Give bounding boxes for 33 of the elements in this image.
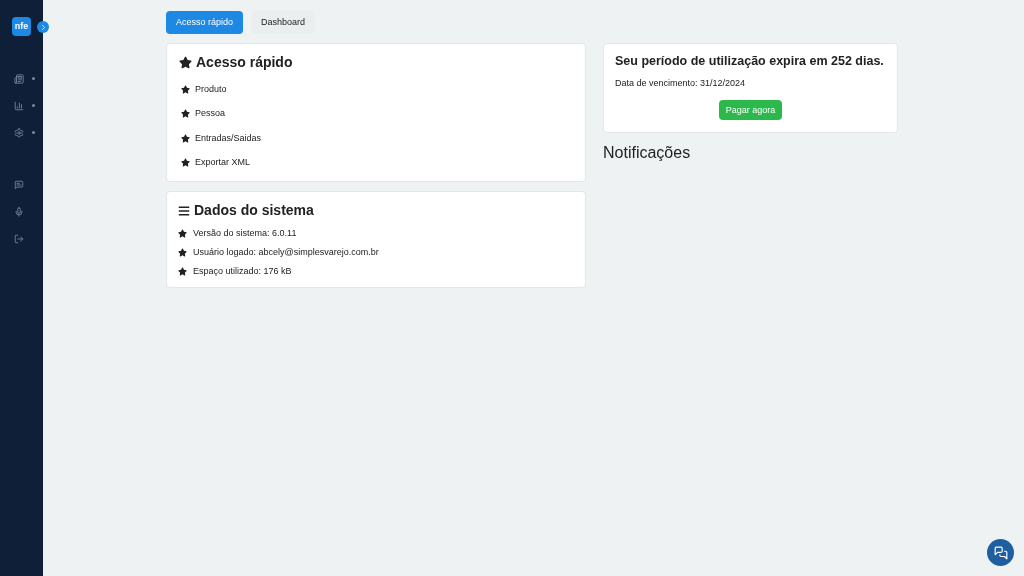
star-icon [181, 84, 190, 94]
app-logo[interactable]: nfe [12, 17, 31, 36]
star-icon [178, 267, 187, 276]
chat-button[interactable] [987, 539, 1014, 566]
tab[interactable]: Acesso rápido [166, 11, 244, 34]
star-icon [181, 133, 190, 143]
card-title: Dados do sistema [194, 201, 314, 220]
expand-button[interactable] [37, 21, 49, 33]
menu-icon [178, 204, 190, 217]
logout-icon[interactable] [13, 233, 24, 244]
info-text: Usuário logado: abcely@simplesvarejo.com.br [193, 245, 379, 259]
info-text: Espaço utilizado: 176 kB [193, 264, 292, 278]
notifications-title: Notificações [603, 143, 692, 164]
quick-link[interactable]: Pessoa [195, 107, 226, 121]
license-title: Seu período de utilização expira em 252 dias. [615, 53, 885, 70]
message-icon[interactable] [13, 179, 24, 190]
card-title: Acesso rápido [196, 53, 293, 72]
settings-icon[interactable] [13, 127, 24, 138]
newspaper-icon[interactable] [13, 73, 24, 84]
star-icon [178, 248, 187, 257]
tab[interactable]: Dashboard [251, 11, 316, 34]
microphone-icon[interactable] [13, 206, 24, 217]
star-icon [179, 56, 192, 69]
quick-link[interactable]: Exportar XML [195, 156, 251, 170]
bar-chart-icon[interactable] [13, 100, 24, 111]
quick-link[interactable]: Entradas/Saidas [195, 131, 262, 145]
star-icon [178, 229, 187, 238]
chat-icon [993, 545, 1008, 560]
star-icon [181, 109, 190, 119]
quick-link[interactable]: Produto [195, 82, 227, 96]
due-date: Data de vencimento: 31/12/2024 [615, 76, 747, 90]
info-text: Versão do sistema: 6.0.11 [193, 226, 297, 240]
star-icon [181, 158, 190, 168]
